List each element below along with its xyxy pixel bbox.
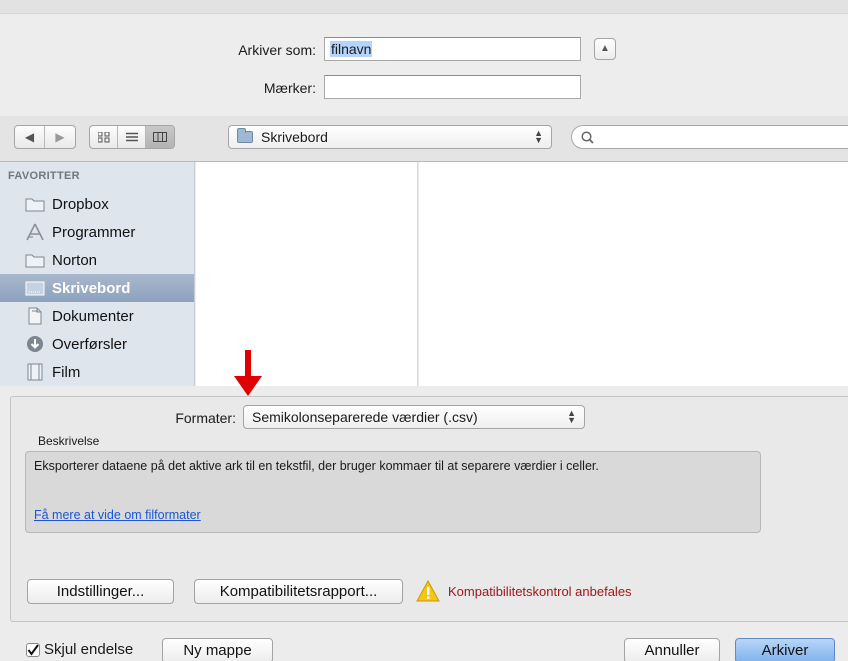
sidebar-item-film[interactable]: Film [0,358,194,386]
search-icon [581,130,594,144]
options-button[interactable]: Indstillinger... [27,579,174,604]
updown-arrows-icon: ▲ ▼ [567,408,576,425]
compatibility-report-button[interactable]: Kompatibilitetsrapport... [194,579,403,604]
location-popup[interactable]: Skrivebord ▲ ▼ [228,125,552,149]
forward-arrow-icon: ▶ [55,130,65,144]
checkmark-icon [27,643,39,656]
format-label: Formater: [175,410,236,426]
filename-value: filnavn [330,41,373,57]
tags-field[interactable] [324,75,581,99]
view-mode-control [89,125,175,149]
folder-icon [25,251,45,269]
hide-extension-checkbox[interactable] [26,642,40,657]
search-field[interactable] [571,125,848,149]
list-view-icon [125,132,138,142]
forward-button[interactable]: ▶ [45,126,75,148]
list-view-button[interactable] [118,126,146,148]
film-icon [25,363,45,381]
save-button[interactable]: Arkiver [735,638,835,661]
location-value: Skrivebord [261,129,328,145]
tags-label: Mærker: [263,80,316,96]
sidebar-item-label: Dropbox [52,195,109,213]
sidebar-item-label: Overførsler [52,335,127,353]
applications-icon [25,223,45,241]
sidebar-header: FAVORITTER [8,170,80,182]
sidebar-item-overforsler[interactable]: Overførsler [0,330,194,358]
file-column-2[interactable] [419,162,848,386]
collapse-button[interactable]: ▲ [594,38,616,60]
sidebar-item-norton[interactable]: Norton [0,246,194,274]
updown-arrows-icon: ▲ ▼ [534,128,543,145]
save-as-label: Arkiver som: [238,42,316,58]
learn-more-link[interactable]: Få mere at vide om filformater [34,508,201,522]
format-value: Semikolonseparerede værdier (.csv) [252,409,478,425]
downloads-icon [25,335,45,353]
desktop-folder-icon [237,128,253,143]
back-forward-control: ◀ ▶ [14,125,76,149]
warning-icon [416,580,440,602]
desktop-icon [25,279,45,297]
sidebar-item-label: Norton [52,251,98,269]
sidebar-item-label: Programmer [52,223,136,241]
compatibility-warning-text: Kompatibilitetskontrol anbefales [448,584,632,599]
description-label: Beskrivelse [38,434,100,448]
sidebar-item-label: Dokumenter [52,307,134,325]
sidebar-item-label: Skrivebord [52,279,131,297]
icon-view-icon [97,131,109,142]
sidebar-item-dokumenter[interactable]: Dokumenter [0,302,194,330]
annotation-arrow-icon [234,350,262,396]
description-text: Eksporterer dataene på det aktive ark ti… [34,459,599,473]
sidebar-item-label: Film [52,363,81,381]
triangle-up-icon: ▲ [600,43,610,54]
background-window-strip [0,0,848,14]
hide-extension-control[interactable]: Skjul endelse [26,641,133,658]
column-view-icon [153,132,167,142]
sidebar-item-dropbox[interactable]: Dropbox [0,190,194,218]
column-view-button[interactable] [146,126,174,148]
filename-field[interactable]: filnavn [324,37,581,61]
sidebar: FAVORITTER Dropbox Programmer Norton Skr… [0,162,195,386]
back-button[interactable]: ◀ [15,126,45,148]
cancel-button[interactable]: Annuller [624,638,720,661]
sidebar-item-programmer[interactable]: Programmer [0,218,194,246]
new-folder-button[interactable]: Ny mappe [162,638,273,661]
documents-icon [25,307,45,325]
hide-extension-label: Skjul endelse [44,641,134,658]
sidebar-item-skrivebord[interactable]: Skrivebord [0,274,194,302]
folder-icon [25,195,45,213]
format-popup[interactable]: Semikolonseparerede værdier (.csv) ▲ ▼ [243,405,585,429]
back-arrow-icon: ◀ [24,130,35,144]
icon-view-button[interactable] [90,126,118,148]
